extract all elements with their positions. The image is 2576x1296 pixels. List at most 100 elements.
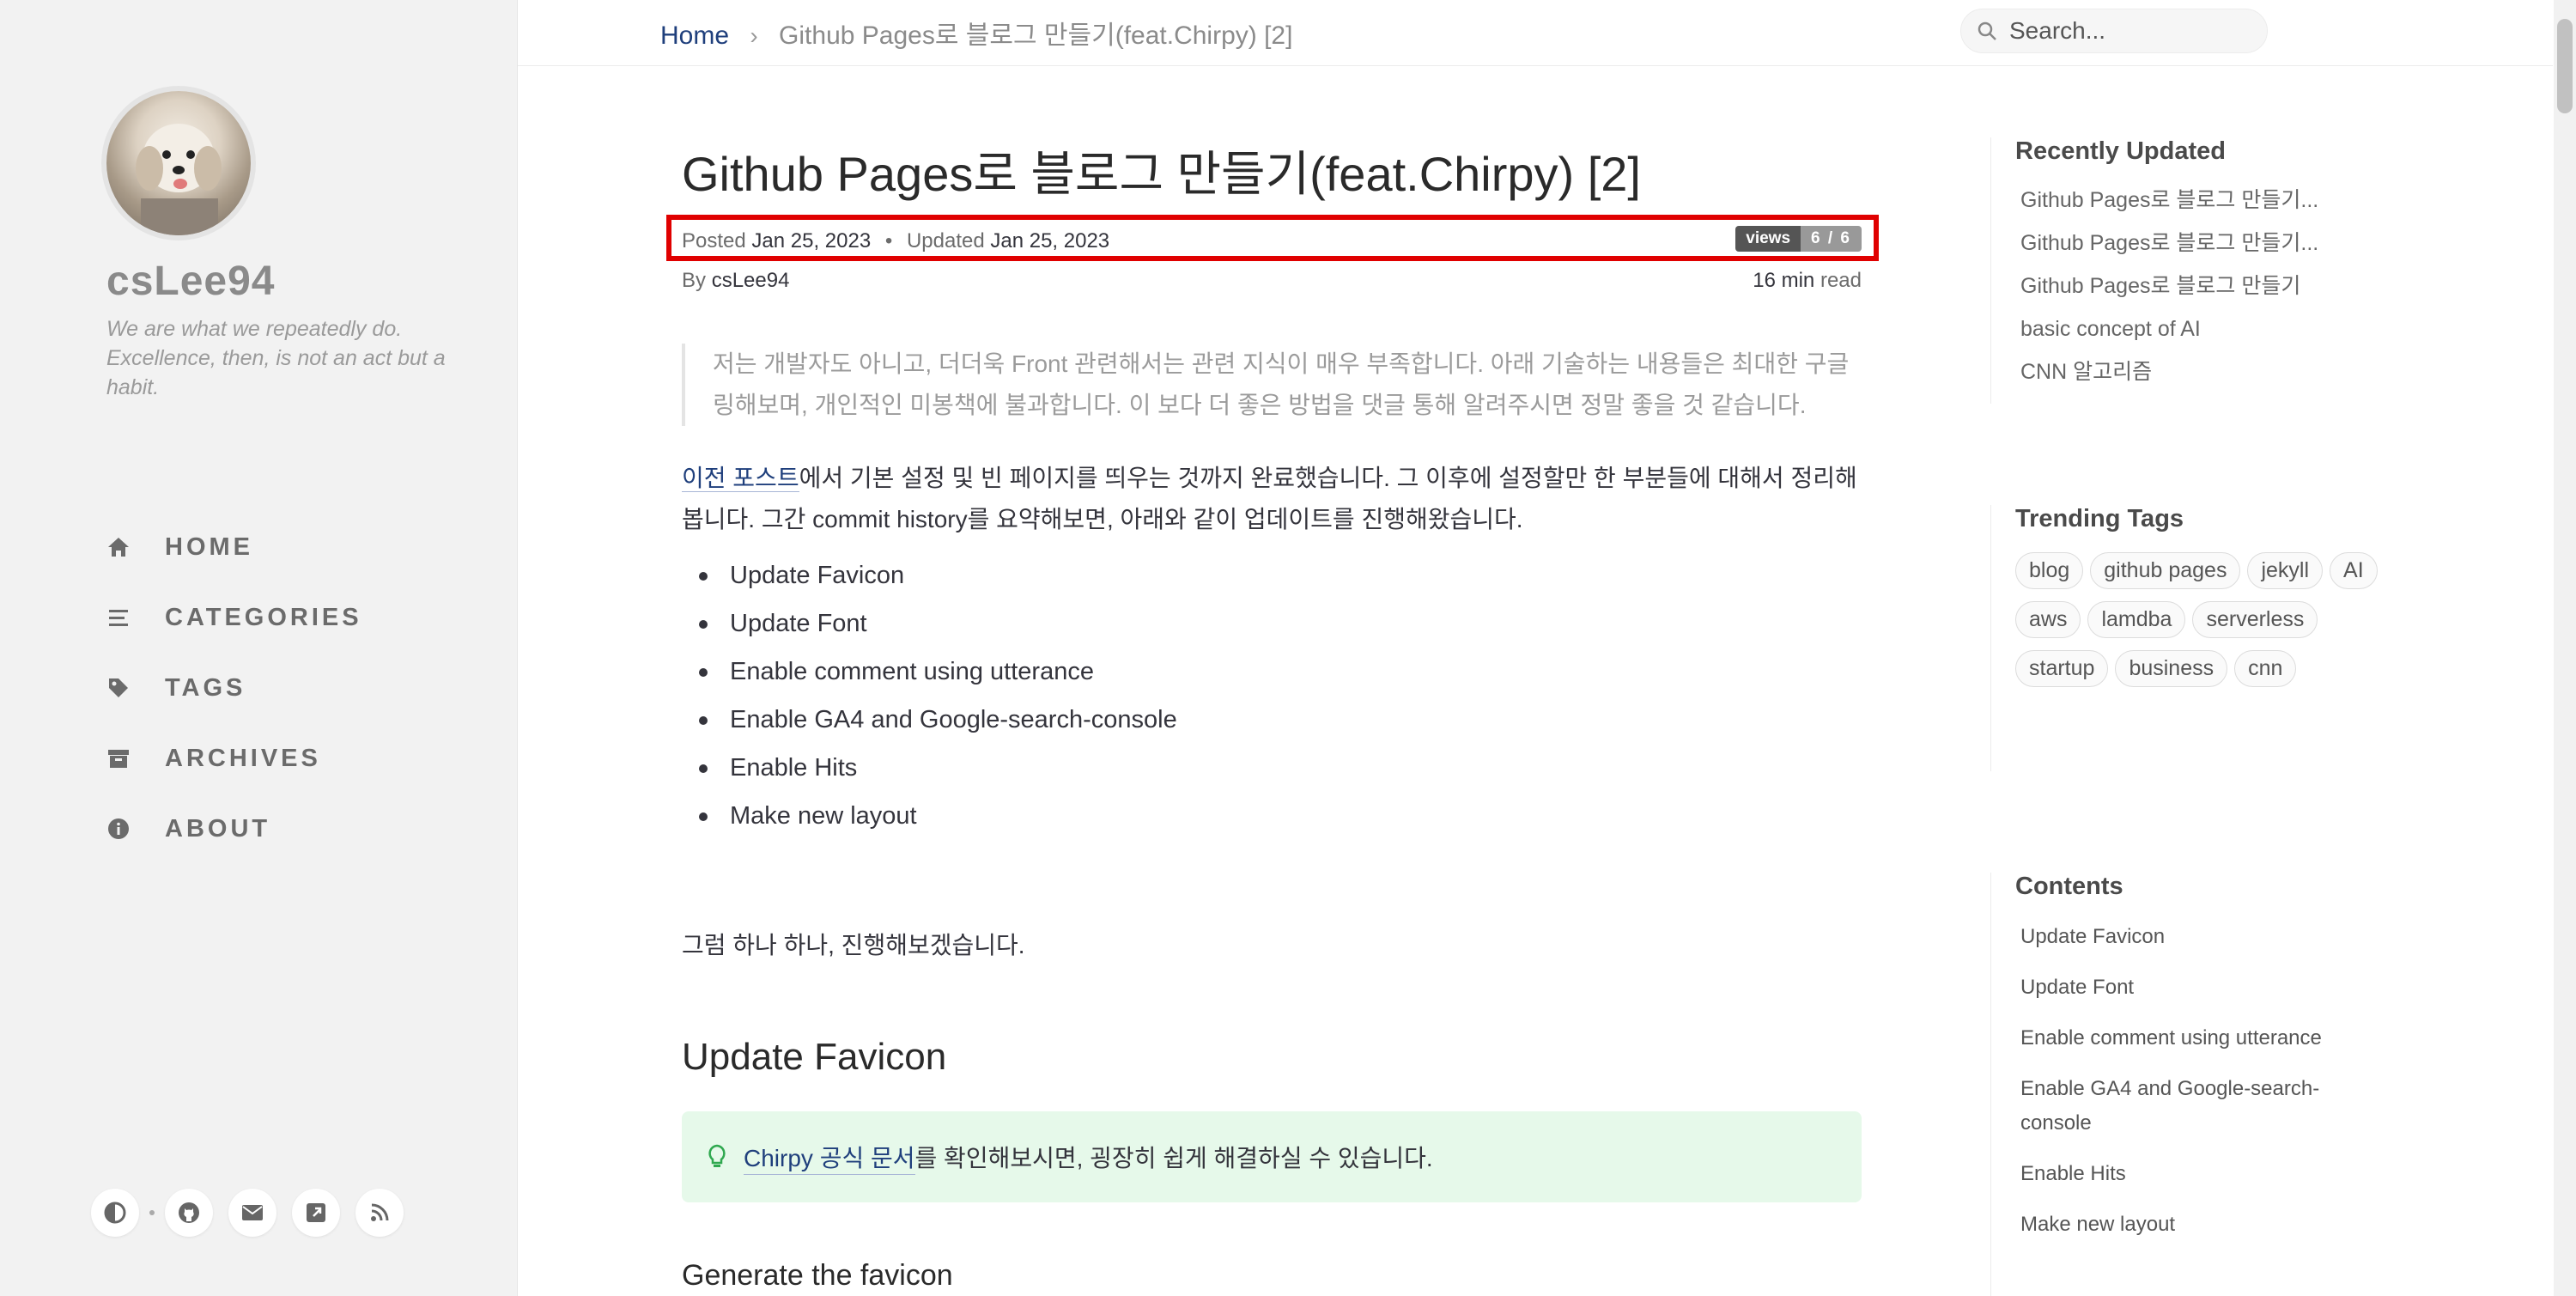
toc-link[interactable]: Make new layout	[2015, 1208, 2347, 1242]
recent-heading: Recently Updated	[2015, 137, 2226, 165]
separator-dot	[149, 1210, 155, 1215]
update-list: Update Favicon Update Font Enable commen…	[682, 551, 1177, 840]
outro-paragraph: 그럼 하나 하나, 진행해보겠습니다.	[682, 932, 1025, 958]
breadcrumb-current: Github Pages로 블로그 만들기(feat.Chirpy) [2]	[779, 21, 1293, 50]
tag-chip[interactable]: startup	[2015, 650, 2109, 687]
list-item: Enable GA4 and Google-search-console	[682, 696, 1177, 744]
tag-chip[interactable]: aws	[2015, 601, 2081, 638]
meta-separator: •	[884, 229, 893, 253]
tag-chip[interactable]: AI	[2330, 552, 2378, 589]
scrollbar-track[interactable]	[2554, 0, 2576, 1296]
subsection-heading: Generate the favicon	[682, 1259, 953, 1292]
toc-link[interactable]: Enable comment using utterance	[2015, 1021, 2347, 1056]
nav-item-archives[interactable]: ARCHIVES	[106, 723, 362, 794]
chirpy-docs-link[interactable]: Chirpy 공식 문서	[744, 1140, 915, 1175]
sidebar-nav: HOME CATEGORIES TAGS ARCHIVES ABOUT	[106, 512, 362, 864]
tag-chip[interactable]: jekyll	[2247, 552, 2324, 589]
toc-link[interactable]: Update Favicon	[2015, 920, 2347, 954]
recently-updated: Recently Updated Github Pages로 블로그 만들기..…	[1990, 137, 2385, 404]
previous-post-link[interactable]: 이전 포스트	[682, 465, 799, 492]
tag-chip[interactable]: cnn	[2234, 650, 2297, 687]
post-title: Github Pages로 블로그 만들기(feat.Chirpy) [2]	[682, 147, 1641, 201]
posted-label: Posted	[682, 229, 746, 253]
nav-item-tags[interactable]: TAGS	[106, 653, 362, 723]
github-icon	[179, 1202, 199, 1223]
nav-label-home: HOME	[165, 532, 253, 561]
tag-chip[interactable]: github pages	[2090, 552, 2241, 589]
recent-link[interactable]: Github Pages로 블로그 만들기...	[2015, 185, 2385, 228]
tag-chip[interactable]: business	[2115, 650, 2228, 687]
site-subtitle: We are what we repeatedly do. Excellence…	[106, 317, 446, 399]
topbar: Home › Github Pages로 블로그 만들기(feat.Chirpy…	[518, 0, 2553, 66]
breadcrumb-separator: ›	[750, 22, 758, 49]
views-label: views	[1735, 226, 1801, 252]
intro-paragraph: 이전 포스트에서 기본 설정 및 빈 페이지를 띄우는 것까지 완료했습니다. …	[682, 458, 1862, 540]
avatar[interactable]	[106, 91, 251, 235]
tip-box: Chirpy 공식 문서 를 확인해보시면, 굉장히 쉽게 해결하실 수 있습니다…	[682, 1111, 1862, 1202]
home-icon	[106, 535, 131, 559]
views-badge: views 6 / 6	[1735, 226, 1862, 252]
recent-link[interactable]: CNN 알고리즘	[2015, 356, 2385, 399]
tag-chip[interactable]: serverless	[2192, 601, 2318, 638]
search-input[interactable]	[2008, 16, 2251, 46]
recent-link[interactable]: basic concept of AI	[2015, 313, 2385, 356]
toc-link[interactable]: Enable GA4 and Google-search-console	[2015, 1072, 2347, 1141]
lightbulb-icon	[708, 1144, 726, 1167]
tag-chip[interactable]: lamdba	[2087, 601, 2186, 638]
share-link[interactable]	[292, 1189, 340, 1237]
author-line: By csLee94 16 min read	[682, 269, 1862, 293]
search-box[interactable]	[1960, 9, 2268, 53]
rss-link[interactable]	[355, 1189, 404, 1237]
github-link[interactable]	[165, 1189, 213, 1237]
tip-text: 를 확인해보시면, 굉장히 쉽게 해결하실 수 있습니다.	[914, 1145, 1433, 1171]
email-link[interactable]	[228, 1189, 276, 1237]
updated-date: Jan 25, 2023	[990, 229, 1110, 253]
trending-tags: Trending Tags blog github pages jekyll A…	[1990, 505, 2385, 771]
search-icon	[1978, 21, 1996, 40]
toc-link[interactable]: Update Font	[2015, 970, 2347, 1005]
nav-label-tags: TAGS	[165, 673, 246, 702]
author-name[interactable]: csLee94	[712, 269, 790, 292]
nav-item-about[interactable]: ABOUT	[106, 794, 362, 864]
breadcrumb: Home › Github Pages로 블로그 만들기(feat.Chirpy…	[660, 14, 1292, 52]
site-title[interactable]: csLee94	[106, 258, 276, 305]
nav-label-about: ABOUT	[165, 814, 271, 843]
rss-icon	[371, 1203, 389, 1221]
share-icon	[307, 1203, 325, 1222]
theme-toggle-button[interactable]	[91, 1189, 139, 1237]
intro-text: 에서 기본 설정 및 빈 페이지를 띄우는 것까지 완료했습니다. 그 이후에 …	[682, 465, 1857, 532]
theme-toggle-icon	[104, 1202, 126, 1224]
read-time-value: 16 min	[1753, 269, 1815, 292]
stream-icon	[106, 605, 131, 630]
list-item: Update Font	[682, 599, 1177, 648]
scrollbar-thumb[interactable]	[2557, 19, 2573, 113]
views-count: 6 / 6	[1801, 226, 1862, 252]
sidebar-bottom	[91, 1189, 419, 1237]
dog-photo-icon	[136, 124, 222, 235]
sidebar: csLee94 We are what we repeatedly do. Ex…	[0, 0, 518, 1296]
section-heading: Update Favicon	[682, 1036, 947, 1078]
tag-chip[interactable]: blog	[2015, 552, 2084, 589]
list-item: Enable comment using utterance	[682, 648, 1177, 696]
tags-heading: Trending Tags	[2015, 505, 2184, 532]
recent-link[interactable]: Github Pages로 블로그 만들기...	[2015, 228, 2385, 271]
read-time-label: read	[1820, 269, 1862, 292]
list-item: Enable Hits	[682, 744, 1177, 792]
read-time: 16 min read	[1753, 269, 1862, 293]
updated-label: Updated	[906, 229, 985, 253]
post-meta: Posted Jan 25, 2023 • Updated Jan 25, 20…	[682, 226, 1862, 253]
tag-icon	[106, 676, 131, 700]
nav-label-archives: ARCHIVES	[165, 744, 321, 772]
info-icon	[106, 817, 131, 841]
nav-item-categories[interactable]: CATEGORIES	[106, 582, 362, 653]
email-icon	[242, 1205, 263, 1220]
disclaimer-quote: 저는 개발자도 아니고, 더더욱 Front 관련해서는 관련 지식이 매우 부…	[682, 344, 1862, 426]
recent-link[interactable]: Github Pages로 블로그 만들기	[2015, 271, 2385, 313]
list-item: Make new layout	[682, 792, 1177, 840]
nav-label-categories: CATEGORIES	[165, 603, 362, 631]
list-item: Update Favicon	[682, 551, 1177, 599]
breadcrumb-home[interactable]: Home	[660, 21, 729, 50]
nav-item-home[interactable]: HOME	[106, 512, 362, 582]
posted-date: Jan 25, 2023	[751, 229, 872, 253]
toc-link[interactable]: Enable Hits	[2015, 1157, 2347, 1191]
